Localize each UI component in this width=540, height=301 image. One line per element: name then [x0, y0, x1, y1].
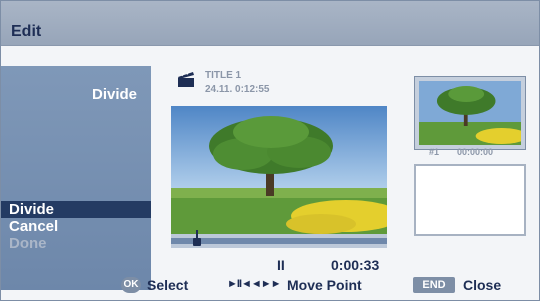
playback-time: 0:00:33	[331, 257, 380, 273]
edit-body: Divide Divide Cancel Done TITLE 1 24.11.…	[1, 46, 539, 300]
edit-menu: Divide Cancel Done	[1, 201, 151, 252]
video-preview	[171, 106, 387, 234]
menu-item-done[interactable]: Done	[1, 235, 151, 252]
move-point-hint-label: Move Point	[287, 277, 362, 293]
ok-button-icon: OK	[121, 277, 141, 293]
footer-bar: OK Select ►II◄◄►► Move Point END Close	[1, 272, 539, 300]
thumbnail-1-image	[419, 81, 521, 145]
tree-scene-image	[171, 106, 387, 234]
left-panel: Divide Divide Cancel Done	[1, 66, 151, 290]
timeline-bar[interactable]	[171, 230, 387, 248]
thumbnail-1[interactable]	[414, 76, 526, 150]
end-button-icon: END	[413, 277, 455, 293]
title-date-time: 24.11. 0:12:55	[205, 84, 270, 95]
title-name: TITLE 1	[205, 70, 242, 81]
transport-controls-icon: ►II◄◄►►	[227, 278, 282, 290]
thumbnail-2-empty[interactable]	[414, 164, 526, 236]
select-hint-label: Select	[147, 277, 189, 293]
page-title: Edit	[11, 23, 42, 40]
clapperboard-icon	[178, 71, 194, 87]
timeline-track	[171, 238, 387, 244]
header-bar: Edit	[1, 1, 539, 46]
menu-item-cancel[interactable]: Cancel	[1, 218, 151, 235]
close-hint-label: Close	[463, 277, 502, 293]
pause-indicator: II	[277, 257, 285, 273]
menu-item-divide[interactable]: Divide	[1, 201, 151, 218]
thumbnail-1-time: 00:00:00	[457, 147, 494, 157]
mode-label: Divide	[91, 86, 137, 103]
playhead-handle[interactable]	[193, 238, 201, 246]
edit-dialog: Edit Divide Divide Cancel Done TITLE 1 2…	[0, 0, 540, 301]
thumbnail-1-number: #1	[429, 147, 440, 157]
